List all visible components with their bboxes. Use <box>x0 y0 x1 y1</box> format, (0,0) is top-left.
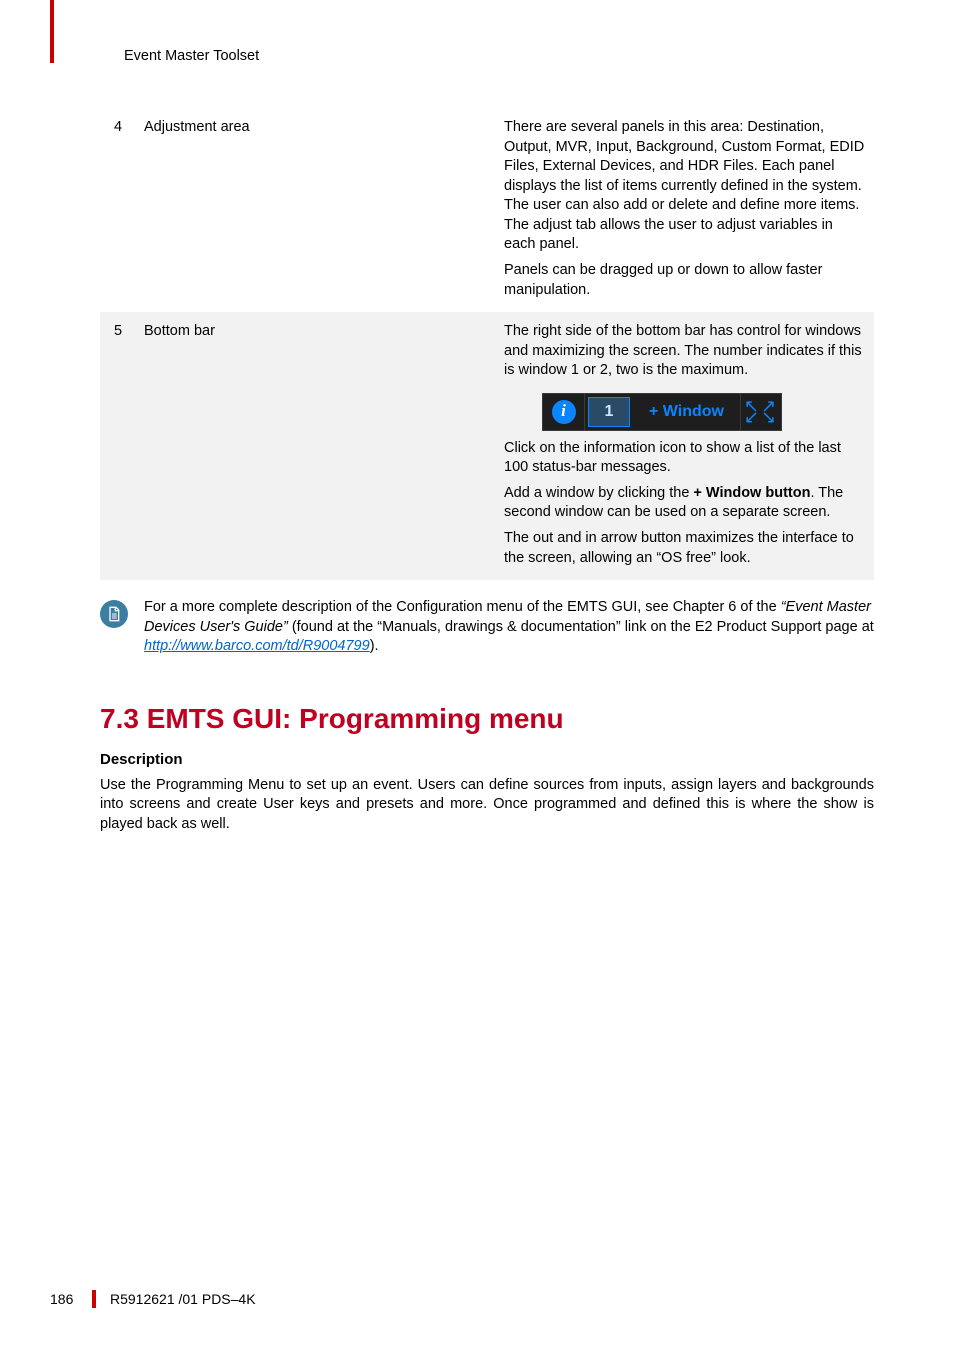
description-table: 4 Adjustment area There are several pane… <box>100 108 874 580</box>
row-label: Adjustment area <box>136 108 496 312</box>
desc-paragraph: The out and in arrow button maximizes th… <box>504 529 866 568</box>
note-icon <box>100 600 128 628</box>
text-span: ). <box>370 638 379 654</box>
desc-paragraph: There are several panels in this area: D… <box>504 118 866 255</box>
row-description: There are several panels in this area: D… <box>496 108 874 312</box>
row-description: The right side of the bottom bar has con… <box>496 312 874 580</box>
page-number: 186 <box>50 1291 88 1307</box>
header-accent-bar <box>50 0 54 63</box>
maximize-button[interactable]: ↖↗ ↙↘ <box>741 394 781 430</box>
text-span: For a more complete description of the C… <box>144 599 781 615</box>
note-text: For a more complete description of the C… <box>144 598 874 657</box>
support-link[interactable]: http://www.barco.com/td/R9004799 <box>144 638 370 654</box>
row-number: 5 <box>100 312 136 580</box>
section-heading: 7.3 EMTS GUI: Programming menu <box>100 703 874 735</box>
desc-paragraph: Click on the information icon to show a … <box>504 439 866 478</box>
info-icon: i <box>552 400 576 424</box>
document-id: R5912621 /01 PDS–4K <box>110 1291 256 1307</box>
section-body: Use the Programming Menu to set up an ev… <box>100 776 874 835</box>
add-window-button[interactable]: + Window <box>633 394 741 430</box>
window-number-indicator[interactable]: 1 <box>588 397 630 427</box>
row-number: 4 <box>100 108 136 312</box>
text-span: Add a window by clicking the <box>504 485 693 501</box>
footer-accent-bar <box>92 1290 96 1308</box>
info-button[interactable]: i <box>543 394 585 430</box>
text-span: (found at the “Manuals, drawings & docum… <box>288 619 874 635</box>
table-row: 5 Bottom bar The right side of the botto… <box>100 312 874 580</box>
page-footer: 186 R5912621 /01 PDS–4K <box>0 1290 954 1308</box>
bottom-bar-figure: i 1 + Window ↖↗ ↙↘ <box>542 393 782 431</box>
desc-paragraph: The right side of the bottom bar has con… <box>504 322 866 381</box>
table-row: 4 Adjustment area There are several pane… <box>100 108 874 312</box>
row-label: Bottom bar <box>136 312 496 580</box>
section-subheading: Description <box>100 751 874 768</box>
expand-icon: ↙↘ <box>744 412 778 423</box>
note-block: For a more complete description of the C… <box>100 594 874 661</box>
desc-paragraph: Add a window by clicking the + Window bu… <box>504 484 866 523</box>
running-header: Event Master Toolset <box>124 48 874 64</box>
desc-paragraph: Panels can be dragged up or down to allo… <box>504 261 866 300</box>
text-bold: + Window button <box>693 485 810 501</box>
